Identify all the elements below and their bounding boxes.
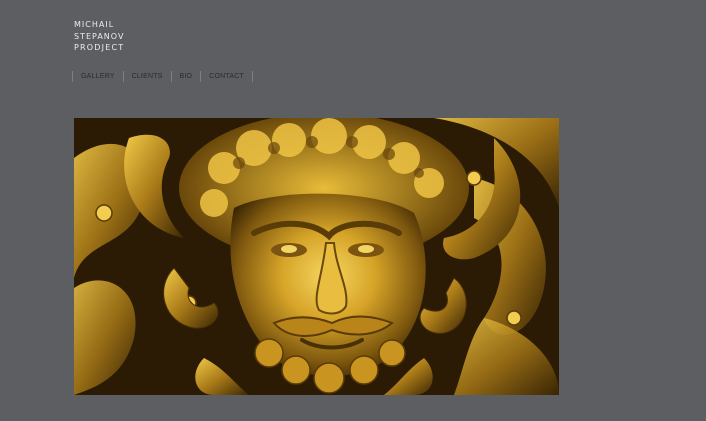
site-logo[interactable]: Michail Stepanov prodject: [74, 18, 124, 54]
nav-separator: [251, 71, 253, 82]
nav-item-gallery[interactable]: GALLERY: [73, 71, 123, 82]
nav-item-contact[interactable]: CONTACT: [201, 71, 252, 82]
nav-item-clients[interactable]: CLIENTS: [124, 71, 171, 82]
gilded-satyr-mask-icon: [74, 118, 559, 395]
logo-line-3: prodject: [74, 43, 125, 52]
nav-item-bio[interactable]: BIO: [172, 71, 201, 82]
hero-image: [74, 118, 559, 395]
main-nav: GALLERY CLIENTS BIO CONTACT: [72, 71, 253, 82]
logo-line-2: Stepanov: [74, 29, 125, 42]
